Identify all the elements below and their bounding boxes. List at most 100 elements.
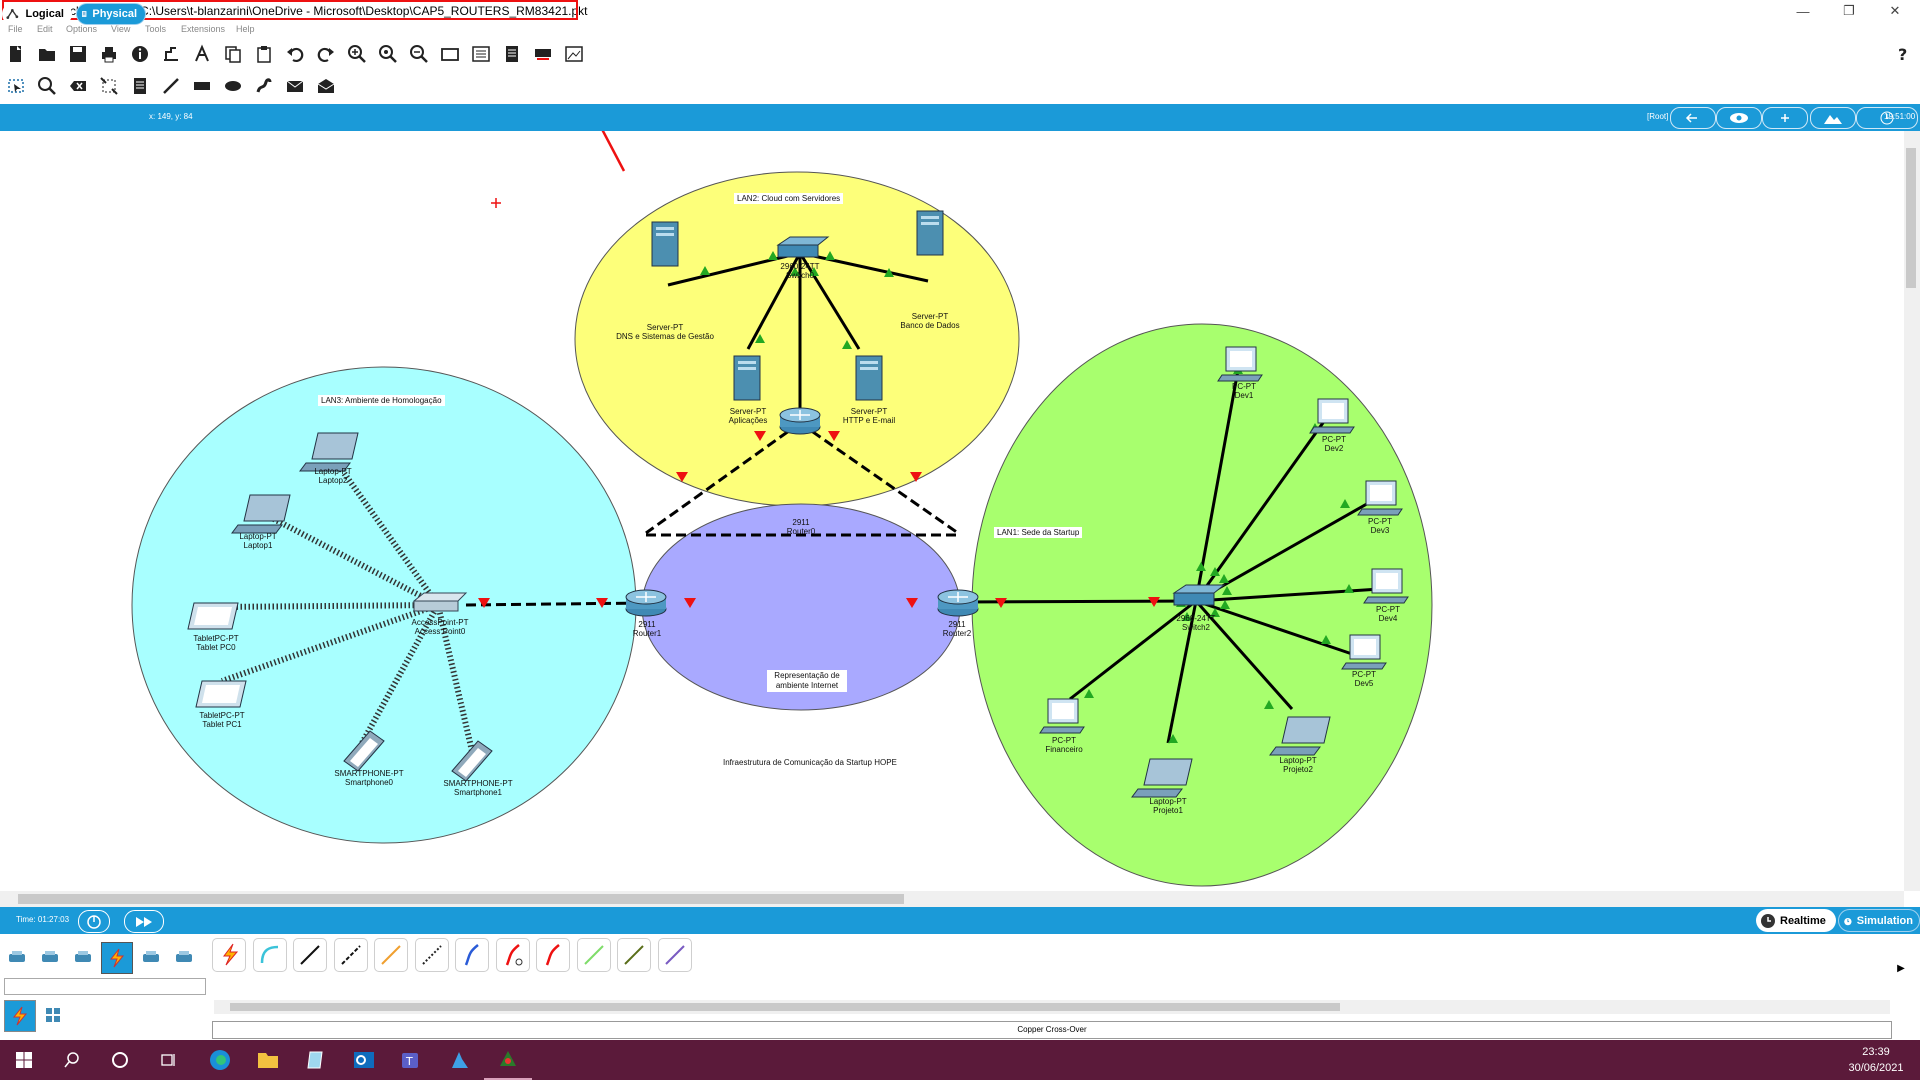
zoom-in-button[interactable] (345, 42, 369, 66)
task-view-button[interactable] (144, 1040, 192, 1080)
connections-subcategory[interactable] (4, 1000, 36, 1032)
custom-device-button[interactable] (469, 42, 493, 66)
simulation-mode-button[interactable]: Simulation (1838, 909, 1920, 932)
pdu-list-button[interactable] (531, 42, 555, 66)
ellipse-button[interactable] (221, 74, 245, 98)
menu-help[interactable]: Help (236, 24, 255, 34)
console-cable-button[interactable] (252, 938, 287, 972)
router0-icon[interactable] (779, 407, 821, 435)
minimize-button[interactable]: — (1780, 0, 1826, 22)
end-devices-category[interactable] (35, 942, 65, 972)
start-button[interactable] (0, 1040, 48, 1080)
realtime-mode-button[interactable]: Realtime (1756, 909, 1836, 932)
copper-cross-cable-button[interactable] (333, 938, 368, 972)
tab-logical[interactable]: Logical (2, 3, 72, 25)
server-db-icon[interactable] (916, 210, 944, 256)
access-point0-icon[interactable] (412, 592, 468, 612)
power-cycle-button[interactable] (78, 910, 110, 933)
tab-physical[interactable]: Physical (76, 3, 146, 25)
line-button[interactable] (159, 74, 183, 98)
taskbar-teams[interactable]: T (388, 1040, 436, 1080)
cortana-button[interactable] (96, 1040, 144, 1080)
restore-button[interactable]: ❐ (1826, 0, 1872, 22)
viewport-button[interactable] (562, 42, 586, 66)
canvas-vertical-scroll-thumb[interactable] (1906, 148, 1916, 288)
print-button[interactable] (97, 42, 121, 66)
server-app-icon[interactable] (733, 355, 761, 401)
zoom-out-button[interactable] (407, 42, 431, 66)
taskbar-file-explorer[interactable] (244, 1040, 292, 1080)
back-button[interactable] (1670, 107, 1716, 129)
multiuser-category[interactable] (169, 942, 199, 972)
taskbar-azure[interactable] (436, 1040, 484, 1080)
move-object-button[interactable] (1762, 107, 1808, 129)
coaxial-cable-button[interactable] (455, 938, 489, 972)
menu-file[interactable]: File (8, 24, 23, 34)
rectangle-button[interactable] (190, 74, 214, 98)
router1-icon[interactable] (625, 589, 667, 617)
tablet0-icon[interactable] (187, 602, 239, 630)
connections-category[interactable] (101, 942, 133, 974)
components-category[interactable] (68, 942, 98, 972)
undo-button[interactable] (283, 42, 307, 66)
close-button[interactable]: ✕ (1872, 0, 1918, 22)
simple-pdu-button[interactable] (283, 74, 307, 98)
canvas-horizontal-scroll-thumb[interactable] (18, 894, 904, 904)
network-devices-category[interactable] (2, 942, 32, 972)
save-button[interactable] (66, 42, 90, 66)
menu-edit[interactable]: Edit (37, 24, 53, 34)
taskbar-outlook[interactable] (340, 1040, 388, 1080)
open-button[interactable] (35, 42, 59, 66)
inspect-button[interactable] (35, 74, 59, 98)
server-http-icon[interactable] (855, 355, 883, 401)
resize-button[interactable] (97, 74, 121, 98)
set-background-button[interactable] (1810, 107, 1856, 129)
drawing-palette-button[interactable] (438, 42, 462, 66)
structured-cabling-subcategory[interactable] (42, 1004, 64, 1026)
usb-cable-button[interactable] (657, 938, 692, 972)
automatic-cable-button[interactable] (212, 938, 246, 972)
help-button[interactable]: ? (1890, 42, 1914, 66)
octal-cable-button[interactable] (576, 938, 611, 972)
taskbar-notepad[interactable] (292, 1040, 340, 1080)
search-button[interactable] (48, 1040, 96, 1080)
copy-button[interactable] (221, 42, 245, 66)
root-breadcrumb[interactable]: [Root] (1647, 112, 1668, 121)
menu-options[interactable]: Options (66, 24, 97, 34)
iot-custom-cable-button[interactable] (617, 938, 651, 972)
paste-button[interactable] (252, 42, 276, 66)
tablet1-icon[interactable] (195, 680, 247, 708)
freeform-button[interactable] (252, 74, 276, 98)
new-button[interactable] (4, 42, 28, 66)
serial-dce-cable-button[interactable] (495, 938, 530, 972)
info-button[interactable] (128, 42, 152, 66)
palette-scroll-right[interactable]: ▶ (1893, 940, 1909, 996)
copper-straight-cable-button[interactable] (293, 938, 327, 972)
connections-scroll-thumb[interactable] (230, 1003, 1340, 1011)
device-search-field[interactable] (4, 978, 206, 995)
notes-button[interactable] (500, 42, 524, 66)
activity-wizard-button[interactable] (190, 42, 214, 66)
delete-button[interactable] (66, 74, 90, 98)
phone-cable-button[interactable] (414, 938, 449, 972)
taskbar-edge[interactable] (196, 1040, 244, 1080)
redo-button[interactable] (314, 42, 338, 66)
router2-icon[interactable] (937, 589, 979, 617)
server-dns-icon[interactable] (651, 221, 679, 267)
menu-extensions[interactable]: Extensions (181, 24, 225, 34)
note-button[interactable] (128, 74, 152, 98)
complex-pdu-button[interactable] (314, 74, 338, 98)
system-clock[interactable]: 23:39 30/06/2021 (1840, 1044, 1912, 1076)
logical-workspace[interactable] (0, 131, 1904, 891)
zoom-reset-button[interactable] (376, 42, 400, 66)
menu-view[interactable]: View (111, 24, 130, 34)
network-wizard-button[interactable] (159, 42, 183, 66)
fast-forward-button[interactable] (124, 910, 164, 933)
misc-category[interactable] (136, 942, 166, 972)
select-button[interactable] (4, 74, 28, 98)
serial-dte-cable-button[interactable] (536, 938, 570, 972)
new-cluster-button[interactable] (1716, 107, 1762, 129)
fiber-cable-button[interactable] (374, 938, 408, 972)
menu-tools[interactable]: Tools (145, 24, 166, 34)
taskbar-packet-tracer[interactable] (484, 1040, 532, 1080)
